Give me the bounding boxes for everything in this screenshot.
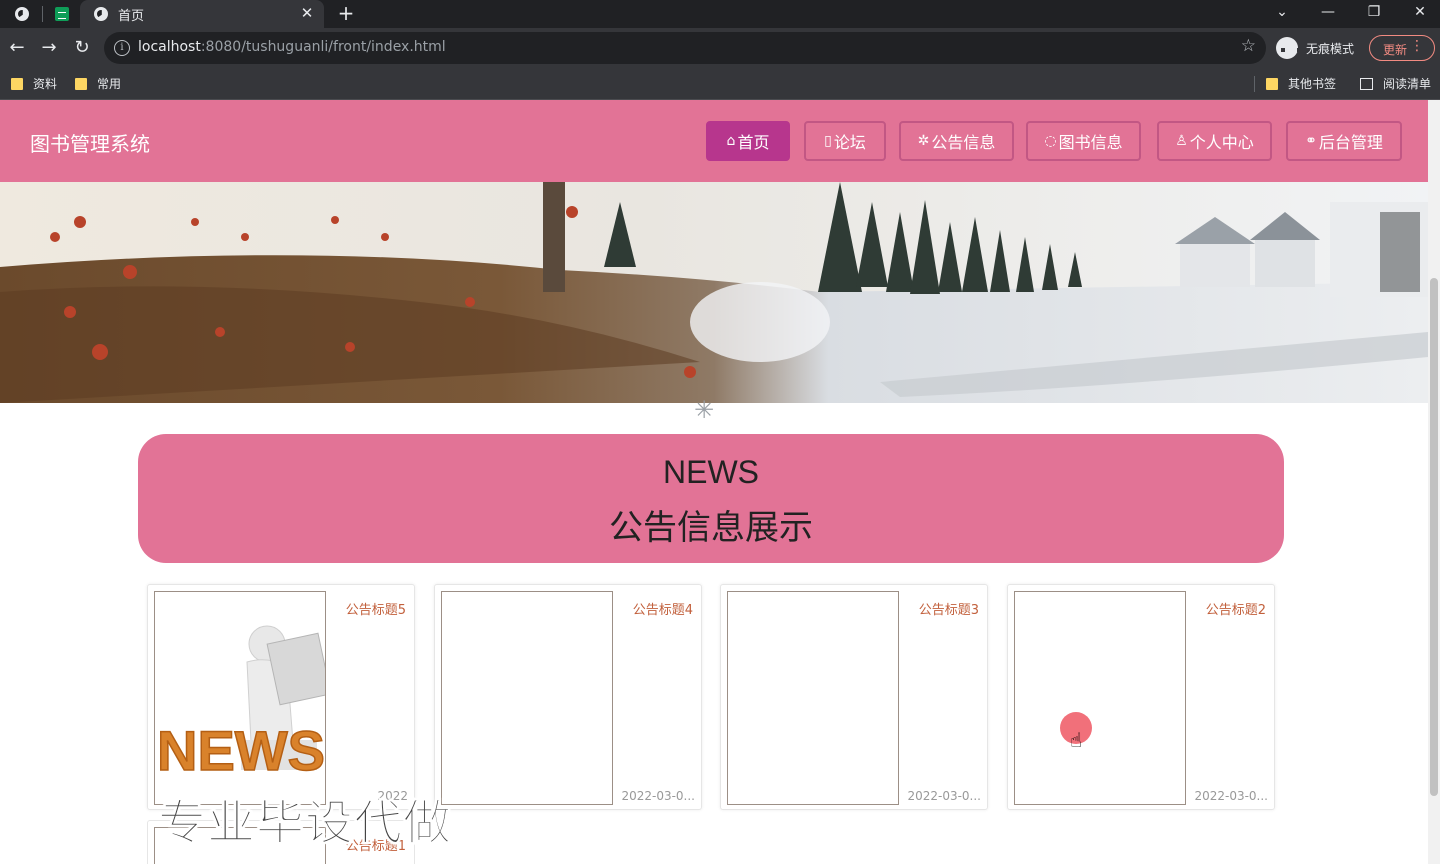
news-image-text: NEWS	[157, 719, 325, 782]
nav-notices[interactable]: ✲ 公告信息	[899, 121, 1014, 161]
bookmark-star-icon[interactable]: ☆	[1241, 36, 1256, 56]
news-illustration-image: NEWS	[156, 625, 325, 783]
url-text[interactable]: localhost:8080/tushuguanli/front/index.h…	[138, 39, 446, 55]
news-card-2[interactable]: 公告标题2 2022-03-0...	[1007, 584, 1275, 810]
news-card-date: 2022-03-0...	[1194, 789, 1268, 803]
news-card-title[interactable]: 公告标题4	[633, 599, 693, 618]
user-icon: ♙	[1175, 133, 1188, 149]
incognito-label: 无痕模式	[1306, 42, 1355, 56]
news-heading-cn: 公告信息展示	[609, 508, 813, 548]
restore-button[interactable]: ❐	[1354, 0, 1394, 26]
hero-carousel[interactable]	[0, 182, 1428, 403]
news-card-3[interactable]: 公告标题3 2022-03-0...	[720, 584, 988, 810]
page-scrollbar[interactable]	[1428, 100, 1440, 864]
hand-cursor-icon: ☝	[1070, 728, 1083, 752]
tab-title: 首页	[118, 9, 145, 24]
scrollbar-thumb[interactable]	[1430, 278, 1438, 796]
bookmark-folder-ziliao[interactable]: 资料	[11, 75, 57, 92]
loading-spinner-icon: ✳	[694, 396, 715, 424]
news-heading-en: NEWS	[663, 454, 759, 490]
incognito-icon[interactable]	[1276, 37, 1301, 59]
news-card-image[interactable]	[727, 591, 899, 805]
notice-icon: ✲	[917, 133, 930, 149]
link-icon: ⚭	[1305, 133, 1317, 149]
reading-list[interactable]: 阅读清单	[1360, 75, 1431, 92]
home-icon: ⌂	[726, 133, 736, 149]
page-viewport: 图书管理系统 ⌂ 首页 ▯ 论坛 ✲ 公告信息 ◌ 图书信息 ♙ 个人中心 ⚭ 后台管理	[0, 100, 1428, 864]
news-section-heading: NEWS 公告信息展示	[138, 434, 1284, 563]
news-card-image[interactable]	[441, 591, 613, 805]
nav-forum[interactable]: ▯ 论坛	[804, 121, 886, 161]
news-card-title[interactable]: 公告标题5	[346, 599, 406, 618]
news-card-title[interactable]: 公告标题3	[919, 599, 979, 618]
tab-list-icon[interactable]: ⌄	[1262, 0, 1302, 26]
bookmark-separator	[1254, 76, 1255, 92]
news-card-image[interactable]	[1014, 591, 1186, 805]
bookmarks-bar: 资料 常用 其他书签 阅读清单	[0, 68, 1440, 100]
bookmark-folder-other[interactable]: 其他书签	[1266, 75, 1336, 92]
reading-list-icon	[1360, 77, 1373, 90]
news-card-5[interactable]: NEWS 公告标题5 2022	[147, 584, 415, 810]
forum-icon: ▯	[824, 133, 832, 149]
forward-button[interactable]: →	[37, 36, 61, 60]
news-card-date: 2022-03-0...	[907, 789, 981, 803]
nav-admin[interactable]: ⚭ 后台管理	[1286, 121, 1402, 161]
minimize-button[interactable]: —	[1308, 0, 1348, 26]
news-card-4[interactable]: 公告标题4 2022-03-0...	[434, 584, 702, 810]
news-card-title[interactable]: 公告标题2	[1206, 599, 1266, 618]
nav-home[interactable]: ⌂ 首页	[706, 121, 790, 161]
site-header: 图书管理系统 ⌂ 首页 ▯ 论坛 ✲ 公告信息 ◌ 图书信息 ♙ 个人中心 ⚭ 后台管理	[0, 100, 1428, 182]
update-button[interactable]: 更新 ⋮	[1369, 35, 1435, 61]
tab-search-icon[interactable]	[12, 4, 32, 24]
page-favicon-icon	[94, 7, 108, 21]
bookmark-folder-changyong[interactable]: 常用	[75, 75, 121, 92]
close-window-button[interactable]: ✕	[1400, 0, 1440, 26]
news-card-date: 2022-03-0...	[621, 789, 695, 803]
new-tab-button[interactable]: +	[336, 2, 356, 24]
nav-books[interactable]: ◌ 图书信息	[1026, 121, 1141, 161]
address-bar[interactable]: i localhost:8080/tushuguanli/front/index…	[104, 32, 1266, 64]
active-tab[interactable]: 首页 ✕	[80, 0, 324, 28]
watermark-text: 专业毕设代做	[157, 795, 453, 852]
folder-icon	[11, 77, 23, 90]
site-title: 图书管理系统	[30, 132, 150, 156]
sheets-tab-icon[interactable]	[52, 4, 72, 24]
back-button[interactable]: ←	[5, 36, 29, 60]
browser-tab-strip: 首页 ✕ + ⌄ — ❐ ✕	[0, 0, 1440, 28]
browser-toolbar: ← → ↻ i localhost:8080/tushuguanli/front…	[0, 28, 1440, 68]
folder-icon	[1266, 77, 1278, 90]
site-info-icon[interactable]: i	[114, 40, 130, 56]
tab-separator	[42, 6, 43, 22]
banner-landscape-image	[0, 182, 1428, 403]
nav-profile[interactable]: ♙ 个人中心	[1157, 121, 1272, 161]
reload-button[interactable]: ↻	[70, 36, 94, 60]
news-card-image[interactable]: NEWS	[154, 591, 326, 805]
tab-close-icon[interactable]: ✕	[298, 3, 316, 23]
book-icon: ◌	[1044, 133, 1057, 149]
folder-icon	[75, 77, 87, 90]
menu-dots-icon[interactable]: ⋮	[1410, 38, 1424, 54]
